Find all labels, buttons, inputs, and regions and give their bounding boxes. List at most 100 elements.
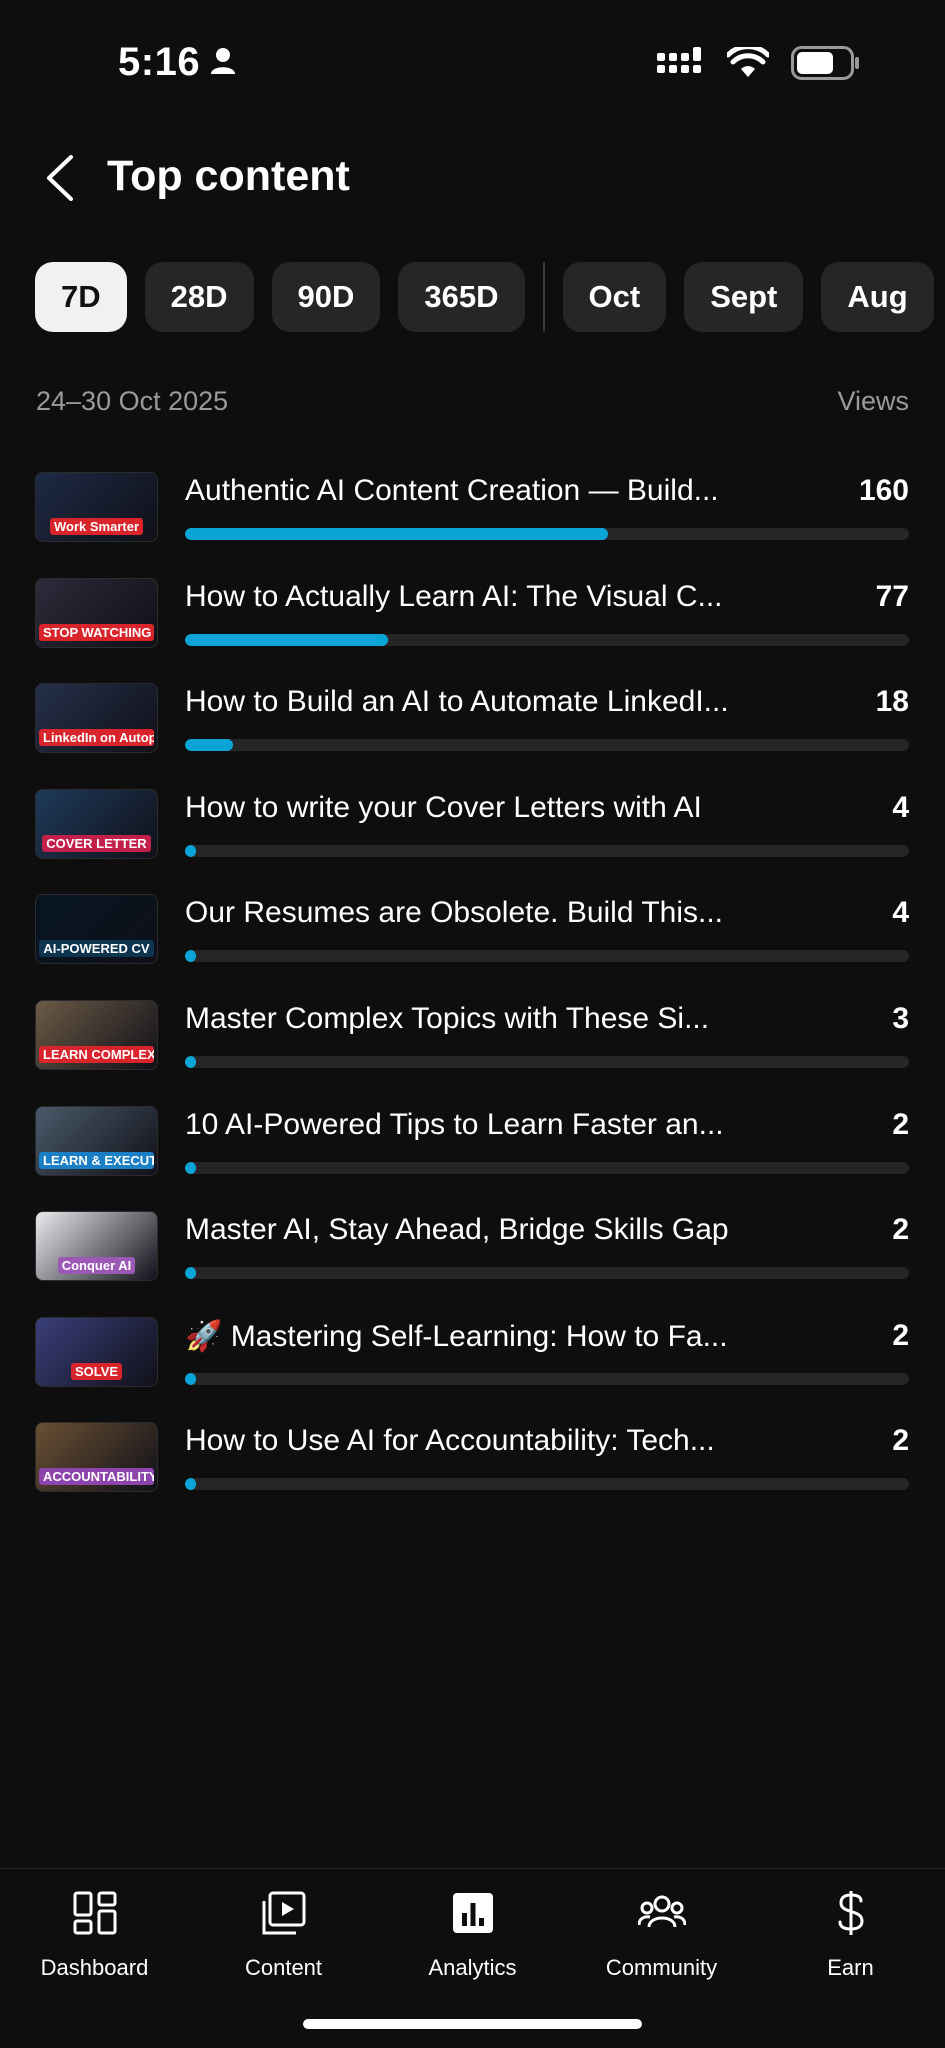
thumbnail-caption: ACCOUNTABILITY bbox=[39, 1468, 154, 1486]
date-range: 24–30 Oct 2025 bbox=[36, 386, 229, 416]
thumbnail-caption: Conquer AI bbox=[57, 1257, 136, 1275]
filter-label: Sept bbox=[710, 279, 778, 314]
view-count: 4 bbox=[892, 896, 909, 930]
home-indicator bbox=[303, 2019, 642, 2029]
view-count: 2 bbox=[892, 1213, 909, 1247]
video-thumbnail: LEARN COMPLEX bbox=[35, 999, 158, 1070]
nav-analytics[interactable]: Analytics bbox=[378, 1885, 567, 1981]
views-bar-fill bbox=[185, 1161, 196, 1174]
battery-icon bbox=[791, 46, 861, 85]
view-count: 77 bbox=[875, 579, 909, 613]
filter-aug[interactable]: Aug bbox=[821, 262, 934, 332]
content-title: Master Complex Topics with These Si... bbox=[185, 1001, 710, 1035]
views-bar-track bbox=[185, 739, 909, 752]
content-row[interactable]: LEARN COMPLEX Master Complex Topics with … bbox=[35, 998, 909, 1104]
view-count: 3 bbox=[892, 1001, 909, 1035]
video-thumbnail: ACCOUNTABILITY bbox=[35, 1422, 158, 1493]
content-row[interactable]: LinkedIn on Autopilot How to Build an AI … bbox=[35, 681, 909, 787]
video-thumbnail: SOLVE bbox=[35, 1316, 158, 1387]
video-thumbnail: COVER LETTER bbox=[35, 788, 158, 859]
views-bar-track bbox=[185, 950, 909, 963]
views-bar-fill bbox=[185, 739, 233, 752]
content-title: Master AI, Stay Ahead, Bridge Skills Gap bbox=[185, 1213, 729, 1247]
earn-icon bbox=[823, 1885, 879, 1941]
content-title: Our Resumes are Obsolete. Build This... bbox=[185, 896, 724, 930]
views-bar-fill bbox=[185, 528, 608, 540]
content-title: How to Build an AI to Automate LinkedI..… bbox=[185, 685, 729, 719]
content-title: How to Use AI for Accountability: Tech..… bbox=[185, 1424, 715, 1458]
filter-label: Aug bbox=[847, 279, 908, 314]
view-count: 4 bbox=[892, 790, 909, 824]
thumbnail-caption: STOP WATCHING bbox=[39, 623, 154, 641]
views-bar-track bbox=[185, 844, 909, 857]
content-row[interactable]: Work Smarter Authentic AI Content Creatio… bbox=[35, 470, 909, 576]
content-row[interactable]: SOLVE 🚀 Mastering Self-Learning: How to F… bbox=[35, 1315, 909, 1421]
analytics-icon bbox=[445, 1885, 501, 1941]
filter-label: 28D bbox=[170, 279, 228, 314]
filter-28d[interactable]: 28D bbox=[144, 262, 254, 332]
thumbnail-caption: LEARN COMPLEX bbox=[39, 1045, 154, 1063]
content-title: Authentic AI Content Creation — Build... bbox=[185, 474, 719, 507]
filter-divider bbox=[542, 262, 545, 332]
views-bar-fill bbox=[185, 1478, 196, 1491]
views-bar-fill bbox=[185, 950, 196, 963]
content-row[interactable]: ACCOUNTABILITY How to Use AI for Accounta… bbox=[35, 1420, 909, 1526]
content-row[interactable]: STOP WATCHING How to Actually Learn AI: T… bbox=[35, 576, 909, 682]
filter-7d[interactable]: 7D bbox=[35, 262, 127, 332]
content-title: How to write your Cover Letters with AI bbox=[185, 790, 702, 824]
nav-earn[interactable]: Earn bbox=[756, 1885, 945, 1981]
filter-oct[interactable]: Oct bbox=[562, 262, 667, 332]
filter-365d[interactable]: 365D bbox=[398, 262, 525, 332]
thumbnail-caption: SOLVE bbox=[70, 1362, 123, 1380]
view-count: 160 bbox=[858, 474, 909, 507]
video-thumbnail: STOP WATCHING bbox=[35, 577, 158, 648]
status-indicators bbox=[657, 44, 861, 85]
video-thumbnail: AI-POWERED CV bbox=[35, 894, 158, 965]
video-thumbnail: LinkedIn on Autopilot bbox=[35, 683, 158, 754]
view-count: 18 bbox=[875, 685, 909, 719]
content-icon bbox=[256, 1885, 312, 1941]
view-count: 2 bbox=[892, 1318, 909, 1352]
person-icon bbox=[210, 40, 236, 85]
nav-label: Community bbox=[605, 1955, 718, 1980]
views-bar-fill bbox=[185, 633, 389, 646]
content-row[interactable]: Conquer AI Master AI, Stay Ahead, Bridge … bbox=[35, 1209, 909, 1315]
top-content-list: Work Smarter Authentic AI Content Creatio… bbox=[35, 470, 909, 1526]
thumbnail-caption: Work Smarter bbox=[49, 518, 143, 535]
content-row[interactable]: COVER LETTER How to write your Cover Lett… bbox=[35, 787, 909, 893]
view-count: 2 bbox=[892, 1107, 909, 1141]
views-bar-track bbox=[185, 1161, 909, 1174]
views-column-label: Views bbox=[837, 386, 909, 416]
period-filters: 7D 28D 90D 365D Oct Sept Aug bbox=[35, 262, 945, 332]
filter-sept[interactable]: Sept bbox=[684, 262, 804, 332]
content-row[interactable]: LEARN & EXECUTE 10 AI-Powered Tips to Lea… bbox=[35, 1104, 909, 1210]
views-bar-track bbox=[185, 633, 909, 646]
content-title: 10 AI-Powered Tips to Learn Faster an... bbox=[185, 1107, 724, 1141]
content-row[interactable]: AI-POWERED CV Our Resumes are Obsolete. B… bbox=[35, 892, 909, 998]
views-bar-track bbox=[185, 1478, 909, 1491]
screen: 5:16 Top content 7D 28D 90D 365D Oct Sep… bbox=[0, 0, 945, 2048]
thumbnail-caption: AI-POWERED CV bbox=[39, 940, 154, 958]
nav-community[interactable]: Community bbox=[567, 1885, 756, 1981]
header: Top content bbox=[0, 140, 945, 220]
nav-label: Content bbox=[244, 1955, 323, 1980]
nav-dashboard[interactable]: Dashboard bbox=[0, 1885, 189, 1981]
views-bar-fill bbox=[185, 844, 196, 857]
views-bar-track bbox=[185, 528, 909, 540]
views-bar-fill bbox=[185, 1372, 196, 1385]
dashboard-icon bbox=[67, 1885, 123, 1941]
content-title: 🚀 Mastering Self-Learning: How to Fa... bbox=[185, 1319, 728, 1353]
view-count: 2 bbox=[892, 1424, 909, 1458]
nav-content[interactable]: Content bbox=[189, 1885, 378, 1981]
thumbnail-caption: COVER LETTER bbox=[42, 834, 151, 852]
views-bar-fill bbox=[185, 1267, 196, 1280]
views-bar-track bbox=[185, 1267, 909, 1280]
views-bar-track bbox=[185, 1055, 909, 1068]
filter-90d[interactable]: 90D bbox=[271, 262, 381, 332]
filter-label: 7D bbox=[61, 279, 101, 314]
range-row: 24–30 Oct 2025 Views bbox=[36, 386, 909, 417]
back-button[interactable] bbox=[30, 148, 90, 212]
video-thumbnail: LEARN & EXECUTE bbox=[35, 1105, 158, 1176]
nav-label: Earn bbox=[827, 1955, 874, 1980]
nav-label: Analytics bbox=[428, 1955, 517, 1980]
